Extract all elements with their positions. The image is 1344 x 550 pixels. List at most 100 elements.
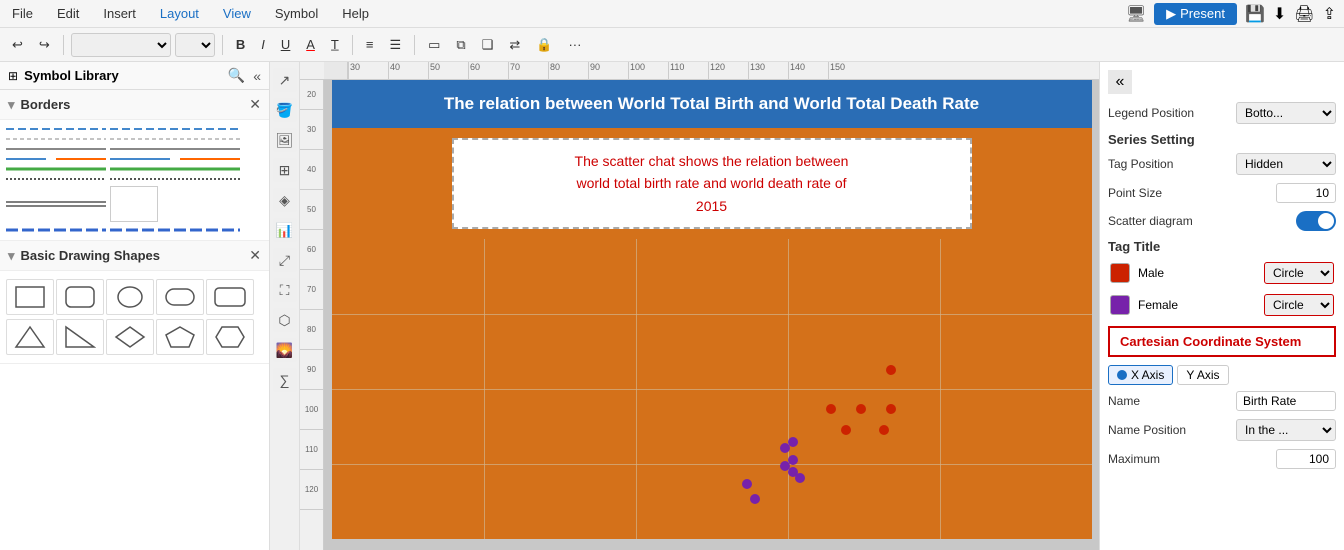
shapes-close-button[interactable]: ✕ xyxy=(249,247,261,264)
legend-position-select[interactable]: Botto... xyxy=(1236,102,1336,124)
save-icon[interactable]: 💾 xyxy=(1245,4,1265,24)
shape-diamond[interactable] xyxy=(106,319,154,355)
dot-male-5 xyxy=(841,425,851,435)
redo-button[interactable]: ↪ xyxy=(33,33,56,57)
shape-right-triangle[interactable] xyxy=(56,319,104,355)
layers-tool[interactable]: ◈ xyxy=(273,188,297,212)
menu-layout[interactable]: Layout xyxy=(156,4,203,23)
right-panel-collapse[interactable]: « xyxy=(1108,70,1132,94)
font-size-select[interactable] xyxy=(175,33,215,57)
shape-pentagon[interactable] xyxy=(156,319,204,355)
print-icon[interactable]: 🖨 xyxy=(1294,4,1314,24)
border-sample-8[interactable] xyxy=(110,156,240,162)
arrow-tool[interactable]: ↗ xyxy=(273,68,297,92)
collapse-sidebar-button[interactable]: « xyxy=(253,67,261,84)
connector-tool[interactable]: ⤢ xyxy=(273,248,297,272)
menu-file[interactable]: File xyxy=(8,4,37,23)
combine-button[interactable]: ⧉ xyxy=(450,33,471,57)
align-left-button[interactable]: ≡ xyxy=(360,33,380,56)
tag-position-select[interactable]: Hidden xyxy=(1236,153,1336,175)
dot-male-6 xyxy=(879,425,889,435)
search-button[interactable]: 🔍 xyxy=(228,67,245,84)
menu-symbol[interactable]: Symbol xyxy=(271,4,322,23)
border-sample-12[interactable] xyxy=(110,176,240,182)
download-icon[interactable]: ⬇ xyxy=(1273,4,1286,24)
italic-button[interactable]: I xyxy=(255,33,271,56)
share-icon[interactable]: ⇪ xyxy=(1323,4,1336,24)
font-family-select[interactable] xyxy=(71,33,171,57)
shape-hexagon[interactable] xyxy=(206,319,254,355)
image2-tool[interactable]: 🌄 xyxy=(273,338,297,362)
lock-button[interactable]: 🔒 xyxy=(530,33,558,57)
border-sample-16[interactable] xyxy=(110,226,240,234)
border-sample-14[interactable] xyxy=(110,186,158,222)
border-sample-3[interactable] xyxy=(6,136,106,142)
grid-tool[interactable]: ⊞ xyxy=(273,158,297,182)
shapes-tool[interactable]: ⬡ xyxy=(273,308,297,332)
ruler-mark-50: 50 xyxy=(428,62,468,79)
paint-bucket-tool[interactable]: 🪣 xyxy=(273,98,297,122)
borders-label: Borders xyxy=(21,97,71,112)
left-sidebar: ⊞ Symbol Library 🔍 « ▾ Borders ✕ xyxy=(0,62,270,550)
shape-rounded-rect[interactable] xyxy=(56,279,104,315)
dot-male-3 xyxy=(856,404,866,414)
grid-v-4 xyxy=(940,239,941,539)
bold-button[interactable]: B xyxy=(230,33,251,56)
maximum-input[interactable] xyxy=(1276,449,1336,469)
underline-button[interactable]: U xyxy=(275,33,296,56)
ruler-mark-70: 70 xyxy=(508,62,548,79)
present-button[interactable]: ▶ Present xyxy=(1154,3,1237,25)
menu-view[interactable]: View xyxy=(219,4,255,23)
layer-button[interactable]: ❑ xyxy=(476,33,500,57)
borders-close-button[interactable]: ✕ xyxy=(249,96,261,113)
border-sample-9[interactable] xyxy=(6,166,106,172)
shape-triangle[interactable] xyxy=(6,319,54,355)
border-sample-2[interactable] xyxy=(110,126,240,132)
x-axis-tab[interactable]: X Axis xyxy=(1108,365,1173,385)
font-color-button[interactable]: A xyxy=(300,33,321,56)
border-sample-13[interactable] xyxy=(6,200,106,208)
border-sample-10[interactable] xyxy=(110,166,240,172)
dot-female-2 xyxy=(780,443,790,453)
menu-help[interactable]: Help xyxy=(338,4,373,23)
border-sample-4[interactable] xyxy=(110,136,240,142)
border-sample-5[interactable] xyxy=(6,146,106,152)
chart-subtitle-box[interactable]: The scatter chat shows the relation betw… xyxy=(452,138,972,229)
chart-tool[interactable]: 📊 xyxy=(273,218,297,242)
text-shadow-button[interactable]: T̲ xyxy=(325,33,345,56)
dot-female-8 xyxy=(750,494,760,504)
shapes-content xyxy=(0,271,269,363)
formula-tool[interactable]: ∑ xyxy=(273,368,297,392)
shape-wide-rounded[interactable] xyxy=(206,279,254,315)
scatter-diagram-toggle[interactable] xyxy=(1296,211,1336,231)
undo-button[interactable]: ↩ xyxy=(6,33,29,57)
border-sample-11[interactable] xyxy=(6,176,106,182)
expand-tool[interactable]: ⛶ xyxy=(273,278,297,302)
name-label: Name xyxy=(1108,394,1140,408)
name-input[interactable] xyxy=(1236,391,1336,411)
x-axis-radio xyxy=(1117,370,1127,380)
border-sample-7[interactable] xyxy=(6,156,106,162)
shape-rect[interactable] xyxy=(6,279,54,315)
menu-insert[interactable]: Insert xyxy=(99,4,140,23)
border-button[interactable]: ▭ xyxy=(422,33,446,57)
grid-v-2 xyxy=(636,239,637,539)
menu-edit[interactable]: Edit xyxy=(53,4,83,23)
male-shape-select[interactable]: Circle xyxy=(1264,262,1334,284)
border-sample-1[interactable] xyxy=(6,126,106,132)
shape-circle[interactable] xyxy=(106,279,154,315)
border-sample-15[interactable] xyxy=(6,226,106,234)
border-sample-6[interactable] xyxy=(110,146,240,152)
female-shape-select[interactable]: Circle xyxy=(1264,294,1334,316)
more-button[interactable]: ··· xyxy=(562,33,587,56)
y-axis-tab[interactable]: Y Axis xyxy=(1177,365,1228,385)
shape-rounded-rect-2[interactable] xyxy=(156,279,204,315)
align-button[interactable]: ☰ xyxy=(383,33,407,57)
grid-v-1 xyxy=(484,239,485,539)
point-size-input[interactable]: 10 xyxy=(1276,183,1336,203)
name-position-select[interactable]: In the ... xyxy=(1236,419,1336,441)
flip-button[interactable]: ⇄ xyxy=(503,33,526,57)
chart-wrapper[interactable]: The relation between World Total Birth a… xyxy=(332,80,1092,539)
image-tool[interactable]: 🖼 xyxy=(273,128,297,152)
toolbar-right-icons: 🖥 xyxy=(1126,4,1146,24)
